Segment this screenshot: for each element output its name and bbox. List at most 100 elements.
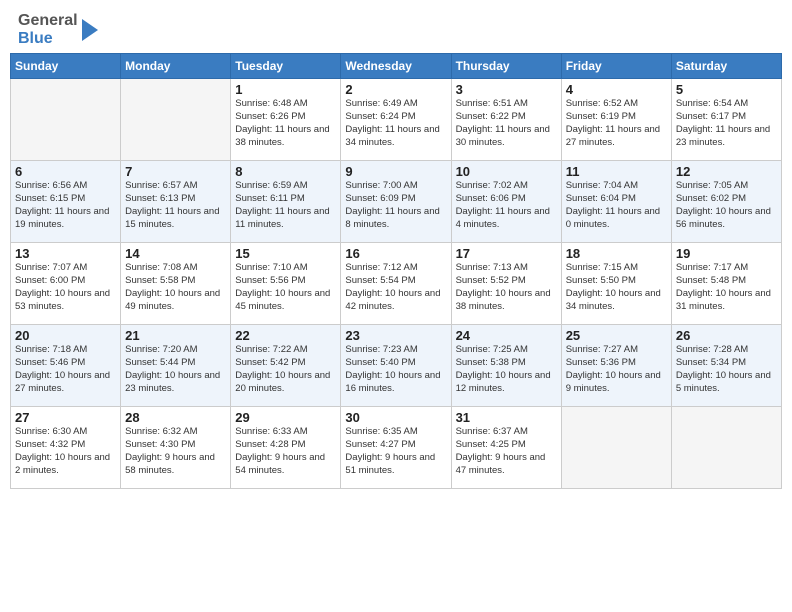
col-sunday: Sunday bbox=[11, 54, 121, 79]
day-info: Sunrise: 7:18 AM Sunset: 5:46 PM Dayligh… bbox=[15, 344, 116, 395]
day-info: Sunrise: 6:37 AM Sunset: 4:25 PM Dayligh… bbox=[456, 426, 557, 477]
day-number: 2 bbox=[345, 82, 446, 97]
table-row bbox=[671, 407, 781, 489]
table-row: 24Sunrise: 7:25 AM Sunset: 5:38 PM Dayli… bbox=[451, 325, 561, 407]
day-number: 10 bbox=[456, 164, 557, 179]
table-row: 8Sunrise: 6:59 AM Sunset: 6:11 PM Daylig… bbox=[231, 161, 341, 243]
table-row: 3Sunrise: 6:51 AM Sunset: 6:22 PM Daylig… bbox=[451, 79, 561, 161]
table-row: 6Sunrise: 6:56 AM Sunset: 6:15 PM Daylig… bbox=[11, 161, 121, 243]
day-number: 27 bbox=[15, 410, 116, 425]
table-row: 14Sunrise: 7:08 AM Sunset: 5:58 PM Dayli… bbox=[121, 243, 231, 325]
day-info: Sunrise: 6:54 AM Sunset: 6:17 PM Dayligh… bbox=[676, 98, 777, 149]
day-number: 20 bbox=[15, 328, 116, 343]
table-row: 5Sunrise: 6:54 AM Sunset: 6:17 PM Daylig… bbox=[671, 79, 781, 161]
day-info: Sunrise: 7:13 AM Sunset: 5:52 PM Dayligh… bbox=[456, 262, 557, 313]
day-number: 4 bbox=[566, 82, 667, 97]
day-info: Sunrise: 7:12 AM Sunset: 5:54 PM Dayligh… bbox=[345, 262, 446, 313]
calendar-week-row: 6Sunrise: 6:56 AM Sunset: 6:15 PM Daylig… bbox=[11, 161, 782, 243]
day-info: Sunrise: 6:48 AM Sunset: 6:26 PM Dayligh… bbox=[235, 98, 336, 149]
table-row: 12Sunrise: 7:05 AM Sunset: 6:02 PM Dayli… bbox=[671, 161, 781, 243]
table-row: 28Sunrise: 6:32 AM Sunset: 4:30 PM Dayli… bbox=[121, 407, 231, 489]
table-row: 16Sunrise: 7:12 AM Sunset: 5:54 PM Dayli… bbox=[341, 243, 451, 325]
header: General Blue bbox=[0, 0, 792, 53]
table-row: 15Sunrise: 7:10 AM Sunset: 5:56 PM Dayli… bbox=[231, 243, 341, 325]
day-number: 21 bbox=[125, 328, 226, 343]
day-number: 19 bbox=[676, 246, 777, 261]
day-info: Sunrise: 7:00 AM Sunset: 6:09 PM Dayligh… bbox=[345, 180, 446, 231]
day-number: 22 bbox=[235, 328, 336, 343]
table-row: 27Sunrise: 6:30 AM Sunset: 4:32 PM Dayli… bbox=[11, 407, 121, 489]
col-wednesday: Wednesday bbox=[341, 54, 451, 79]
calendar-week-row: 27Sunrise: 6:30 AM Sunset: 4:32 PM Dayli… bbox=[11, 407, 782, 489]
day-info: Sunrise: 6:32 AM Sunset: 4:30 PM Dayligh… bbox=[125, 426, 226, 477]
col-tuesday: Tuesday bbox=[231, 54, 341, 79]
day-info: Sunrise: 6:59 AM Sunset: 6:11 PM Dayligh… bbox=[235, 180, 336, 231]
table-row bbox=[561, 407, 671, 489]
table-row: 10Sunrise: 7:02 AM Sunset: 6:06 PM Dayli… bbox=[451, 161, 561, 243]
table-row: 26Sunrise: 7:28 AM Sunset: 5:34 PM Dayli… bbox=[671, 325, 781, 407]
table-row: 4Sunrise: 6:52 AM Sunset: 6:19 PM Daylig… bbox=[561, 79, 671, 161]
day-number: 25 bbox=[566, 328, 667, 343]
day-info: Sunrise: 6:51 AM Sunset: 6:22 PM Dayligh… bbox=[456, 98, 557, 149]
day-number: 8 bbox=[235, 164, 336, 179]
table-row: 20Sunrise: 7:18 AM Sunset: 5:46 PM Dayli… bbox=[11, 325, 121, 407]
day-number: 16 bbox=[345, 246, 446, 261]
day-info: Sunrise: 7:22 AM Sunset: 5:42 PM Dayligh… bbox=[235, 344, 336, 395]
table-row: 18Sunrise: 7:15 AM Sunset: 5:50 PM Dayli… bbox=[561, 243, 671, 325]
table-row: 7Sunrise: 6:57 AM Sunset: 6:13 PM Daylig… bbox=[121, 161, 231, 243]
day-info: Sunrise: 6:56 AM Sunset: 6:15 PM Dayligh… bbox=[15, 180, 116, 231]
day-number: 28 bbox=[125, 410, 226, 425]
day-info: Sunrise: 6:57 AM Sunset: 6:13 PM Dayligh… bbox=[125, 180, 226, 231]
day-info: Sunrise: 6:33 AM Sunset: 4:28 PM Dayligh… bbox=[235, 426, 336, 477]
table-row: 1Sunrise: 6:48 AM Sunset: 6:26 PM Daylig… bbox=[231, 79, 341, 161]
day-number: 7 bbox=[125, 164, 226, 179]
day-info: Sunrise: 7:23 AM Sunset: 5:40 PM Dayligh… bbox=[345, 344, 446, 395]
table-row: 30Sunrise: 6:35 AM Sunset: 4:27 PM Dayli… bbox=[341, 407, 451, 489]
day-info: Sunrise: 6:30 AM Sunset: 4:32 PM Dayligh… bbox=[15, 426, 116, 477]
day-number: 9 bbox=[345, 164, 446, 179]
day-info: Sunrise: 7:15 AM Sunset: 5:50 PM Dayligh… bbox=[566, 262, 667, 313]
day-number: 24 bbox=[456, 328, 557, 343]
day-info: Sunrise: 7:20 AM Sunset: 5:44 PM Dayligh… bbox=[125, 344, 226, 395]
day-number: 26 bbox=[676, 328, 777, 343]
day-number: 12 bbox=[676, 164, 777, 179]
table-row: 17Sunrise: 7:13 AM Sunset: 5:52 PM Dayli… bbox=[451, 243, 561, 325]
day-number: 5 bbox=[676, 82, 777, 97]
logo: General Blue bbox=[18, 12, 100, 47]
day-number: 6 bbox=[15, 164, 116, 179]
table-row: 9Sunrise: 7:00 AM Sunset: 6:09 PM Daylig… bbox=[341, 161, 451, 243]
day-info: Sunrise: 7:07 AM Sunset: 6:00 PM Dayligh… bbox=[15, 262, 116, 313]
col-thursday: Thursday bbox=[451, 54, 561, 79]
day-info: Sunrise: 6:52 AM Sunset: 6:19 PM Dayligh… bbox=[566, 98, 667, 149]
day-info: Sunrise: 7:17 AM Sunset: 5:48 PM Dayligh… bbox=[676, 262, 777, 313]
table-row: 2Sunrise: 6:49 AM Sunset: 6:24 PM Daylig… bbox=[341, 79, 451, 161]
day-number: 3 bbox=[456, 82, 557, 97]
day-number: 23 bbox=[345, 328, 446, 343]
table-row: 11Sunrise: 7:04 AM Sunset: 6:04 PM Dayli… bbox=[561, 161, 671, 243]
day-number: 17 bbox=[456, 246, 557, 261]
table-row: 21Sunrise: 7:20 AM Sunset: 5:44 PM Dayli… bbox=[121, 325, 231, 407]
day-number: 15 bbox=[235, 246, 336, 261]
logo-triangle-icon bbox=[80, 15, 100, 45]
calendar-week-row: 13Sunrise: 7:07 AM Sunset: 6:00 PM Dayli… bbox=[11, 243, 782, 325]
day-info: Sunrise: 7:05 AM Sunset: 6:02 PM Dayligh… bbox=[676, 180, 777, 231]
day-number: 30 bbox=[345, 410, 446, 425]
col-saturday: Saturday bbox=[671, 54, 781, 79]
day-number: 13 bbox=[15, 246, 116, 261]
table-row: 31Sunrise: 6:37 AM Sunset: 4:25 PM Dayli… bbox=[451, 407, 561, 489]
day-info: Sunrise: 6:49 AM Sunset: 6:24 PM Dayligh… bbox=[345, 98, 446, 149]
day-number: 14 bbox=[125, 246, 226, 261]
day-number: 29 bbox=[235, 410, 336, 425]
day-number: 1 bbox=[235, 82, 336, 97]
calendar-header-row: Sunday Monday Tuesday Wednesday Thursday… bbox=[11, 54, 782, 79]
calendar-week-row: 1Sunrise: 6:48 AM Sunset: 6:26 PM Daylig… bbox=[11, 79, 782, 161]
day-number: 31 bbox=[456, 410, 557, 425]
table-row: 22Sunrise: 7:22 AM Sunset: 5:42 PM Dayli… bbox=[231, 325, 341, 407]
day-info: Sunrise: 6:35 AM Sunset: 4:27 PM Dayligh… bbox=[345, 426, 446, 477]
calendar-week-row: 20Sunrise: 7:18 AM Sunset: 5:46 PM Dayli… bbox=[11, 325, 782, 407]
table-row bbox=[121, 79, 231, 161]
col-friday: Friday bbox=[561, 54, 671, 79]
calendar-table: Sunday Monday Tuesday Wednesday Thursday… bbox=[10, 53, 782, 489]
day-info: Sunrise: 7:10 AM Sunset: 5:56 PM Dayligh… bbox=[235, 262, 336, 313]
table-row bbox=[11, 79, 121, 161]
